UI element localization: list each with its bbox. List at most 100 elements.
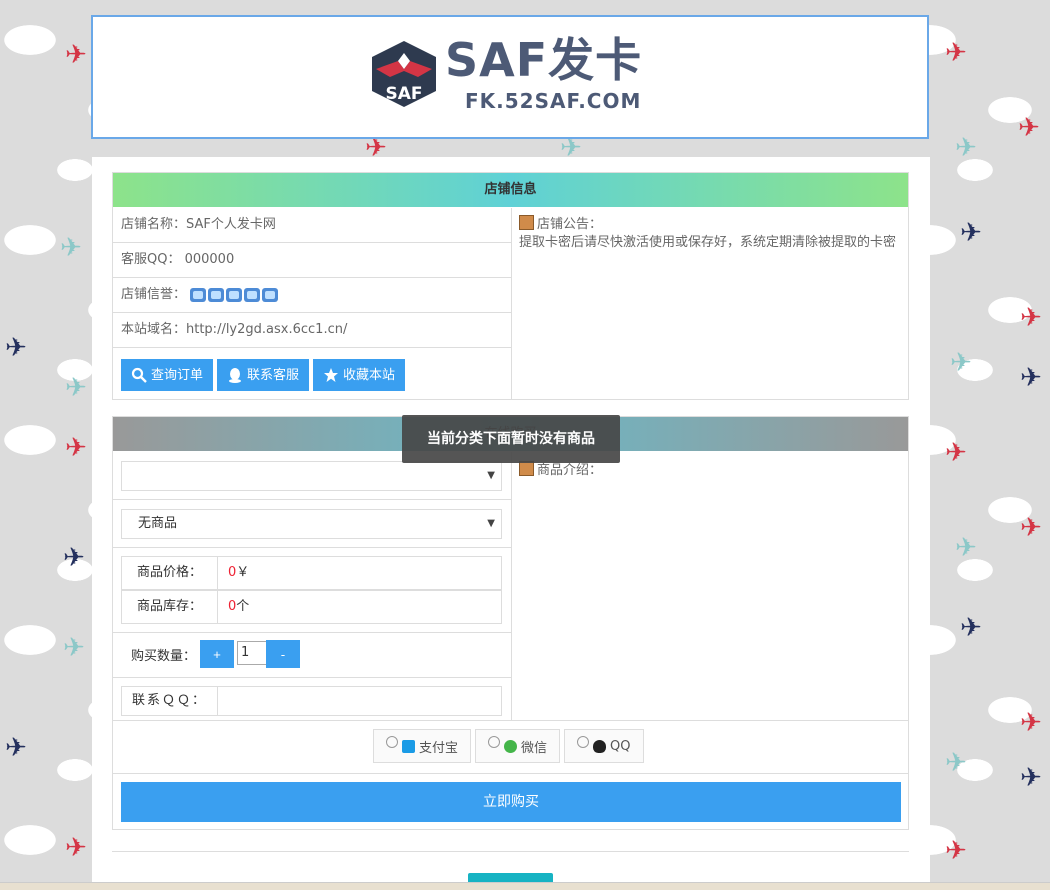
category-select[interactable]: ▼ bbox=[121, 461, 502, 491]
favorite-site-button[interactable]: 收藏本站 bbox=[313, 359, 406, 391]
price-row: 商品价格： 0￥ bbox=[121, 556, 502, 590]
plane-decoration: ✈ bbox=[955, 133, 977, 163]
product-select[interactable]: 无商品 ▼ bbox=[121, 509, 502, 539]
contact-service-label: 联系客服 bbox=[247, 367, 300, 382]
plane-decoration: ✈ bbox=[955, 533, 977, 563]
plane-decoration: ✈ bbox=[945, 438, 967, 468]
store-info-heading: 店铺信息 bbox=[113, 173, 908, 207]
plane-decoration: ✈ bbox=[960, 613, 982, 643]
price-unit: ￥ bbox=[236, 565, 250, 580]
pay-alipay-option[interactable]: 支付宝 bbox=[373, 729, 472, 763]
plane-decoration: ✈ bbox=[63, 633, 85, 663]
radio-icon[interactable] bbox=[488, 736, 501, 748]
plane-decoration: ✈ bbox=[60, 233, 82, 263]
crown-icon bbox=[226, 287, 243, 302]
plane-decoration: ✈ bbox=[1020, 708, 1042, 738]
payment-options: 支付宝 微信 QQ bbox=[373, 729, 644, 763]
store-qq: 客服QQ： 000000 bbox=[113, 243, 511, 278]
plane-decoration: ✈ bbox=[945, 748, 967, 778]
store-credit-label: 店铺信誉： bbox=[121, 287, 187, 302]
pay-alipay-label: 支付宝 bbox=[419, 740, 459, 756]
alipay-icon bbox=[402, 739, 415, 753]
store-credit: 店铺信誉： bbox=[113, 278, 511, 313]
stock-row: 商品库存： 0个 bbox=[121, 590, 502, 624]
plane-decoration: ✈ bbox=[1020, 763, 1042, 793]
stock-label: 商品库存： bbox=[122, 591, 218, 623]
store-actions: 查询订单 联系客服 收藏本站 bbox=[121, 359, 406, 391]
query-order-label: 查询订单 bbox=[151, 367, 204, 382]
credit-crowns bbox=[190, 287, 279, 302]
intro-icon bbox=[519, 461, 534, 476]
star-icon bbox=[324, 368, 339, 382]
contact-qq-input[interactable] bbox=[218, 687, 501, 715]
price-field: 0￥ bbox=[218, 557, 249, 589]
plane-decoration: ✈ bbox=[65, 433, 87, 463]
crown-icon bbox=[208, 287, 225, 302]
favorite-site-label: 收藏本站 bbox=[343, 367, 396, 382]
plane-decoration: ✈ bbox=[945, 836, 967, 866]
chevron-down-icon: ▼ bbox=[487, 470, 495, 481]
product-value: 无商品 bbox=[138, 516, 178, 531]
plane-decoration: ✈ bbox=[945, 38, 967, 68]
contact-qq-row: 联系ＱＱ： bbox=[113, 678, 511, 724]
contact-service-button[interactable]: 联系客服 bbox=[217, 359, 310, 391]
plane-decoration: ✈ bbox=[65, 373, 87, 403]
price-stock-block: 商品价格： 0￥ 商品库存： 0个 bbox=[113, 548, 511, 633]
saf-logo-icon: SAF bbox=[372, 41, 436, 107]
payment-methods: 支付宝 微信 QQ bbox=[113, 720, 908, 774]
store-info-details: 店铺名称：SAF个人发卡网 客服QQ： 000000 店铺信誉： 本站域名：ht… bbox=[113, 208, 512, 400]
footer-divider bbox=[112, 851, 909, 852]
quantity-minus-button[interactable]: - bbox=[266, 640, 300, 668]
notice-icon bbox=[519, 215, 534, 230]
logo-badge-text: SAF bbox=[385, 84, 422, 104]
quantity-label: 购买数量： bbox=[131, 649, 197, 664]
plane-decoration: ✈ bbox=[5, 333, 27, 363]
pay-wechat-option[interactable]: 微信 bbox=[475, 729, 561, 763]
product-row: 无商品 ▼ bbox=[113, 500, 511, 548]
notice-text: 提取卡密后请尽快激活使用或保存好，系统定期清除被提取的卡密 bbox=[519, 235, 897, 250]
purchase-form: ▼ 无商品 ▼ 商品价格： 0￥ 商品库存： 0个 购买数量： + 1 - 联系… bbox=[113, 452, 512, 720]
store-name: 店铺名称：SAF个人发卡网 bbox=[113, 208, 511, 243]
chevron-down-icon: ▼ bbox=[487, 518, 495, 529]
quantity-plus-button[interactable]: + bbox=[200, 640, 234, 668]
crown-icon bbox=[190, 287, 207, 302]
crown-icon bbox=[262, 287, 279, 302]
stock-field: 0个 bbox=[218, 591, 249, 623]
query-order-button[interactable]: 查询订单 bbox=[121, 359, 214, 391]
wechat-icon bbox=[504, 739, 518, 753]
main-container: 店铺信息 店铺名称：SAF个人发卡网 客服QQ： 000000 店铺信誉： 本站… bbox=[92, 157, 930, 889]
plane-decoration: ✈ bbox=[960, 218, 982, 248]
plane-decoration: ✈ bbox=[63, 543, 85, 573]
site-header: SAF SAF发卡 FK.52SAF.COM bbox=[91, 15, 929, 139]
plane-decoration: ✈ bbox=[950, 348, 972, 378]
contact-qq-field: 联系ＱＱ： bbox=[121, 686, 502, 716]
pay-qq-option[interactable]: QQ bbox=[564, 729, 644, 763]
product-intro-label: 商品介绍： bbox=[537, 463, 603, 478]
logo-subtitle: FK.52SAF.COM bbox=[465, 89, 642, 113]
plane-decoration: ✈ bbox=[1018, 113, 1040, 143]
quantity-row: 购买数量： + 1 - bbox=[113, 633, 511, 678]
plane-decoration: ✈ bbox=[65, 40, 87, 70]
logo-title: SAF发卡 bbox=[445, 33, 643, 87]
quantity-input[interactable]: 1 bbox=[237, 641, 267, 665]
plane-decoration: ✈ bbox=[5, 733, 27, 763]
purchase-panel: 在线购买 ▼ 无商品 ▼ 商品价格： 0￥ 商品库存 bbox=[112, 416, 909, 830]
radio-icon[interactable] bbox=[577, 736, 590, 748]
store-notice: 店铺公告： 提取卡密后请尽快激活使用或保存好，系统定期清除被提取的卡密 bbox=[519, 215, 904, 252]
buy-now-button[interactable]: 立即购买 bbox=[121, 782, 901, 822]
notice-title: 店铺公告： bbox=[537, 217, 603, 232]
pay-wechat-label: 微信 bbox=[521, 740, 548, 756]
price-label: 商品价格： bbox=[122, 557, 218, 589]
radio-icon[interactable] bbox=[386, 736, 398, 748]
qq-penguin-icon bbox=[593, 739, 607, 753]
store-domain: 本站域名：http://ly2gd.asx.6cc1.cn/ bbox=[113, 313, 511, 348]
crown-icon bbox=[244, 287, 261, 302]
stock-unit: 个 bbox=[236, 599, 250, 614]
plane-decoration: ✈ bbox=[1020, 303, 1042, 333]
store-info-panel: 店铺信息 店铺名称：SAF个人发卡网 客服QQ： 000000 店铺信誉： 本站… bbox=[112, 172, 909, 400]
plane-decoration: ✈ bbox=[1020, 513, 1042, 543]
pay-qq-label: QQ bbox=[610, 738, 631, 754]
search-icon bbox=[131, 367, 147, 383]
plane-decoration: ✈ bbox=[1020, 363, 1042, 393]
contact-qq-label: 联系ＱＱ： bbox=[122, 687, 218, 715]
